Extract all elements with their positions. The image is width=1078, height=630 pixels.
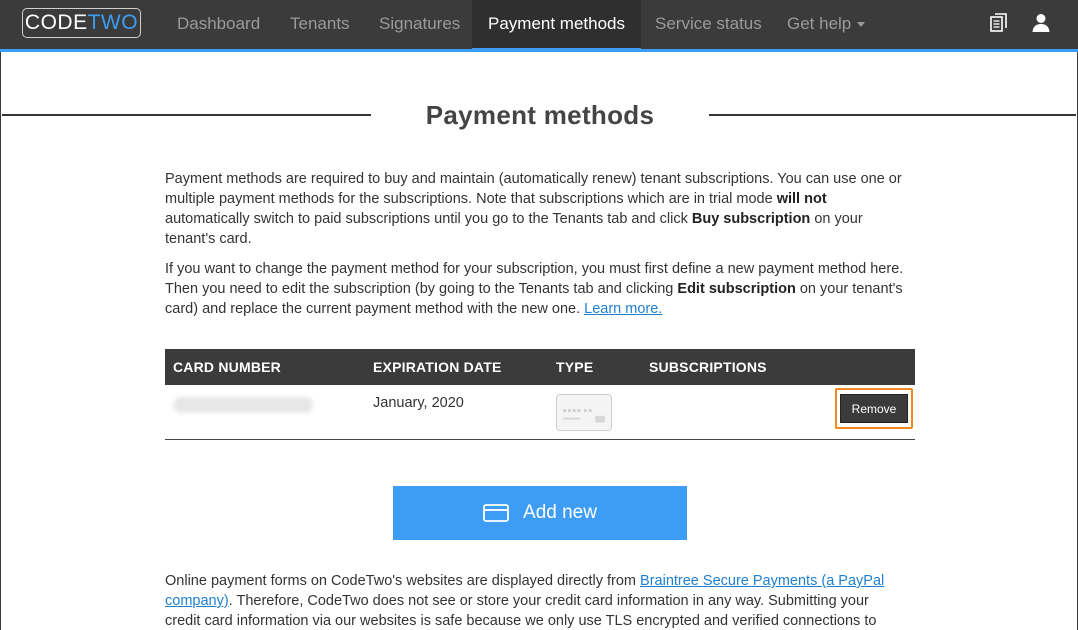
column-header-type: TYPE bbox=[556, 359, 594, 375]
card-number-redacted bbox=[173, 397, 313, 413]
title-divider-right bbox=[709, 114, 1076, 116]
nav-payment-methods[interactable]: Payment methods bbox=[472, 0, 642, 52]
expiration-date-value: January, 2020 bbox=[373, 395, 464, 411]
nav-service-status[interactable]: Service status bbox=[655, 0, 762, 49]
remove-button[interactable]: Remove bbox=[840, 394, 908, 423]
remove-button-highlight: Remove bbox=[835, 388, 913, 429]
column-header-subscriptions: SUBSCRIPTIONS bbox=[649, 359, 767, 375]
user-icon[interactable] bbox=[1030, 12, 1052, 34]
top-navigation-bar: CODE TWO Dashboard Tenants Signatures Pay… bbox=[0, 0, 1078, 52]
credit-card-icon bbox=[556, 394, 612, 431]
nav-dashboard[interactable]: Dashboard bbox=[177, 0, 260, 49]
add-new-button[interactable]: Add new bbox=[393, 486, 687, 540]
payment-methods-table-header: CARD NUMBER EXPIRATION DATE TYPE SUBSCRI… bbox=[165, 349, 915, 385]
table-row: January, 2020 Remove bbox=[165, 385, 915, 440]
nav-signatures[interactable]: Signatures bbox=[379, 0, 460, 49]
credit-card-icon bbox=[483, 504, 509, 522]
column-header-card-number: CARD NUMBER bbox=[173, 359, 281, 375]
nav-tenants[interactable]: Tenants bbox=[290, 0, 350, 49]
security-note-paragraph: Online payment forms on CodeTwo's websit… bbox=[165, 573, 885, 629]
page-title: Payment methods bbox=[425, 100, 655, 130]
learn-more-link[interactable]: Learn more. bbox=[584, 301, 662, 317]
logo-text-two: TWO bbox=[87, 11, 139, 34]
documents-icon[interactable] bbox=[988, 12, 1010, 34]
codetwo-logo[interactable]: CODE TWO bbox=[22, 8, 141, 38]
nav-get-help[interactable]: Get help bbox=[787, 0, 866, 49]
intro-paragraph-2: If you want to change the payment method… bbox=[165, 261, 904, 317]
chevron-down-icon bbox=[857, 22, 866, 28]
title-divider-left bbox=[2, 114, 371, 116]
column-header-expiration-date: EXPIRATION DATE bbox=[373, 359, 502, 375]
logo-text-code: CODE bbox=[24, 11, 88, 34]
intro-paragraph-1: Payment methods are required to buy and … bbox=[165, 171, 902, 247]
add-new-label: Add new bbox=[523, 502, 597, 523]
nav-get-help-label: Get help bbox=[787, 14, 852, 33]
